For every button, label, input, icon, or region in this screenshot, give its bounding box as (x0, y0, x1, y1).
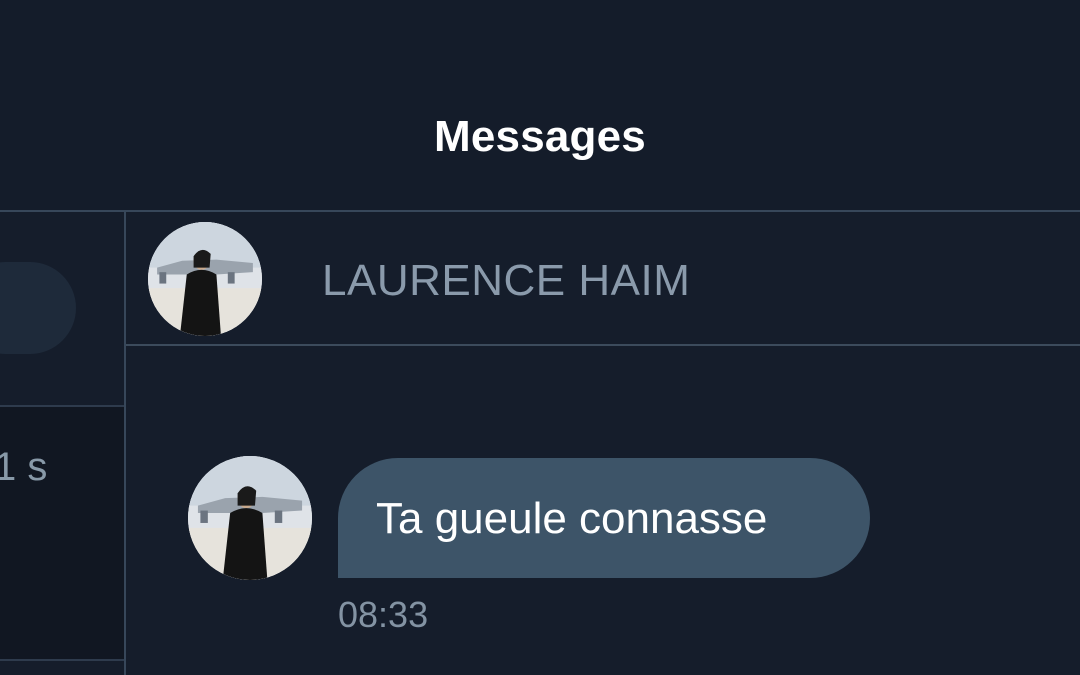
message-timestamp: 08:33 (338, 594, 429, 635)
list-item-timestamp: 1 s (0, 445, 48, 489)
conversation-header: LAURENCE HAIM (126, 212, 1080, 346)
page-title: Messages (434, 112, 646, 161)
list-divider (0, 659, 124, 661)
message-avatar[interactable] (188, 456, 312, 580)
top-header: Messages (0, 0, 1080, 212)
conversation-name[interactable]: LAURENCE HAIM (322, 256, 690, 306)
conversation-list: 1 s (0, 212, 126, 675)
user-avatar-photo-icon (188, 456, 312, 580)
user-avatar-photo-icon (148, 222, 262, 336)
avatar[interactable] (148, 222, 262, 336)
list-item[interactable]: 1 s (0, 407, 124, 659)
message-thread: Ta gueule connasse 08:33 (126, 346, 1080, 675)
search-input[interactable] (0, 262, 76, 354)
message-text: Ta gueule connasse (376, 494, 768, 543)
message-bubble[interactable]: Ta gueule connasse (338, 458, 870, 578)
